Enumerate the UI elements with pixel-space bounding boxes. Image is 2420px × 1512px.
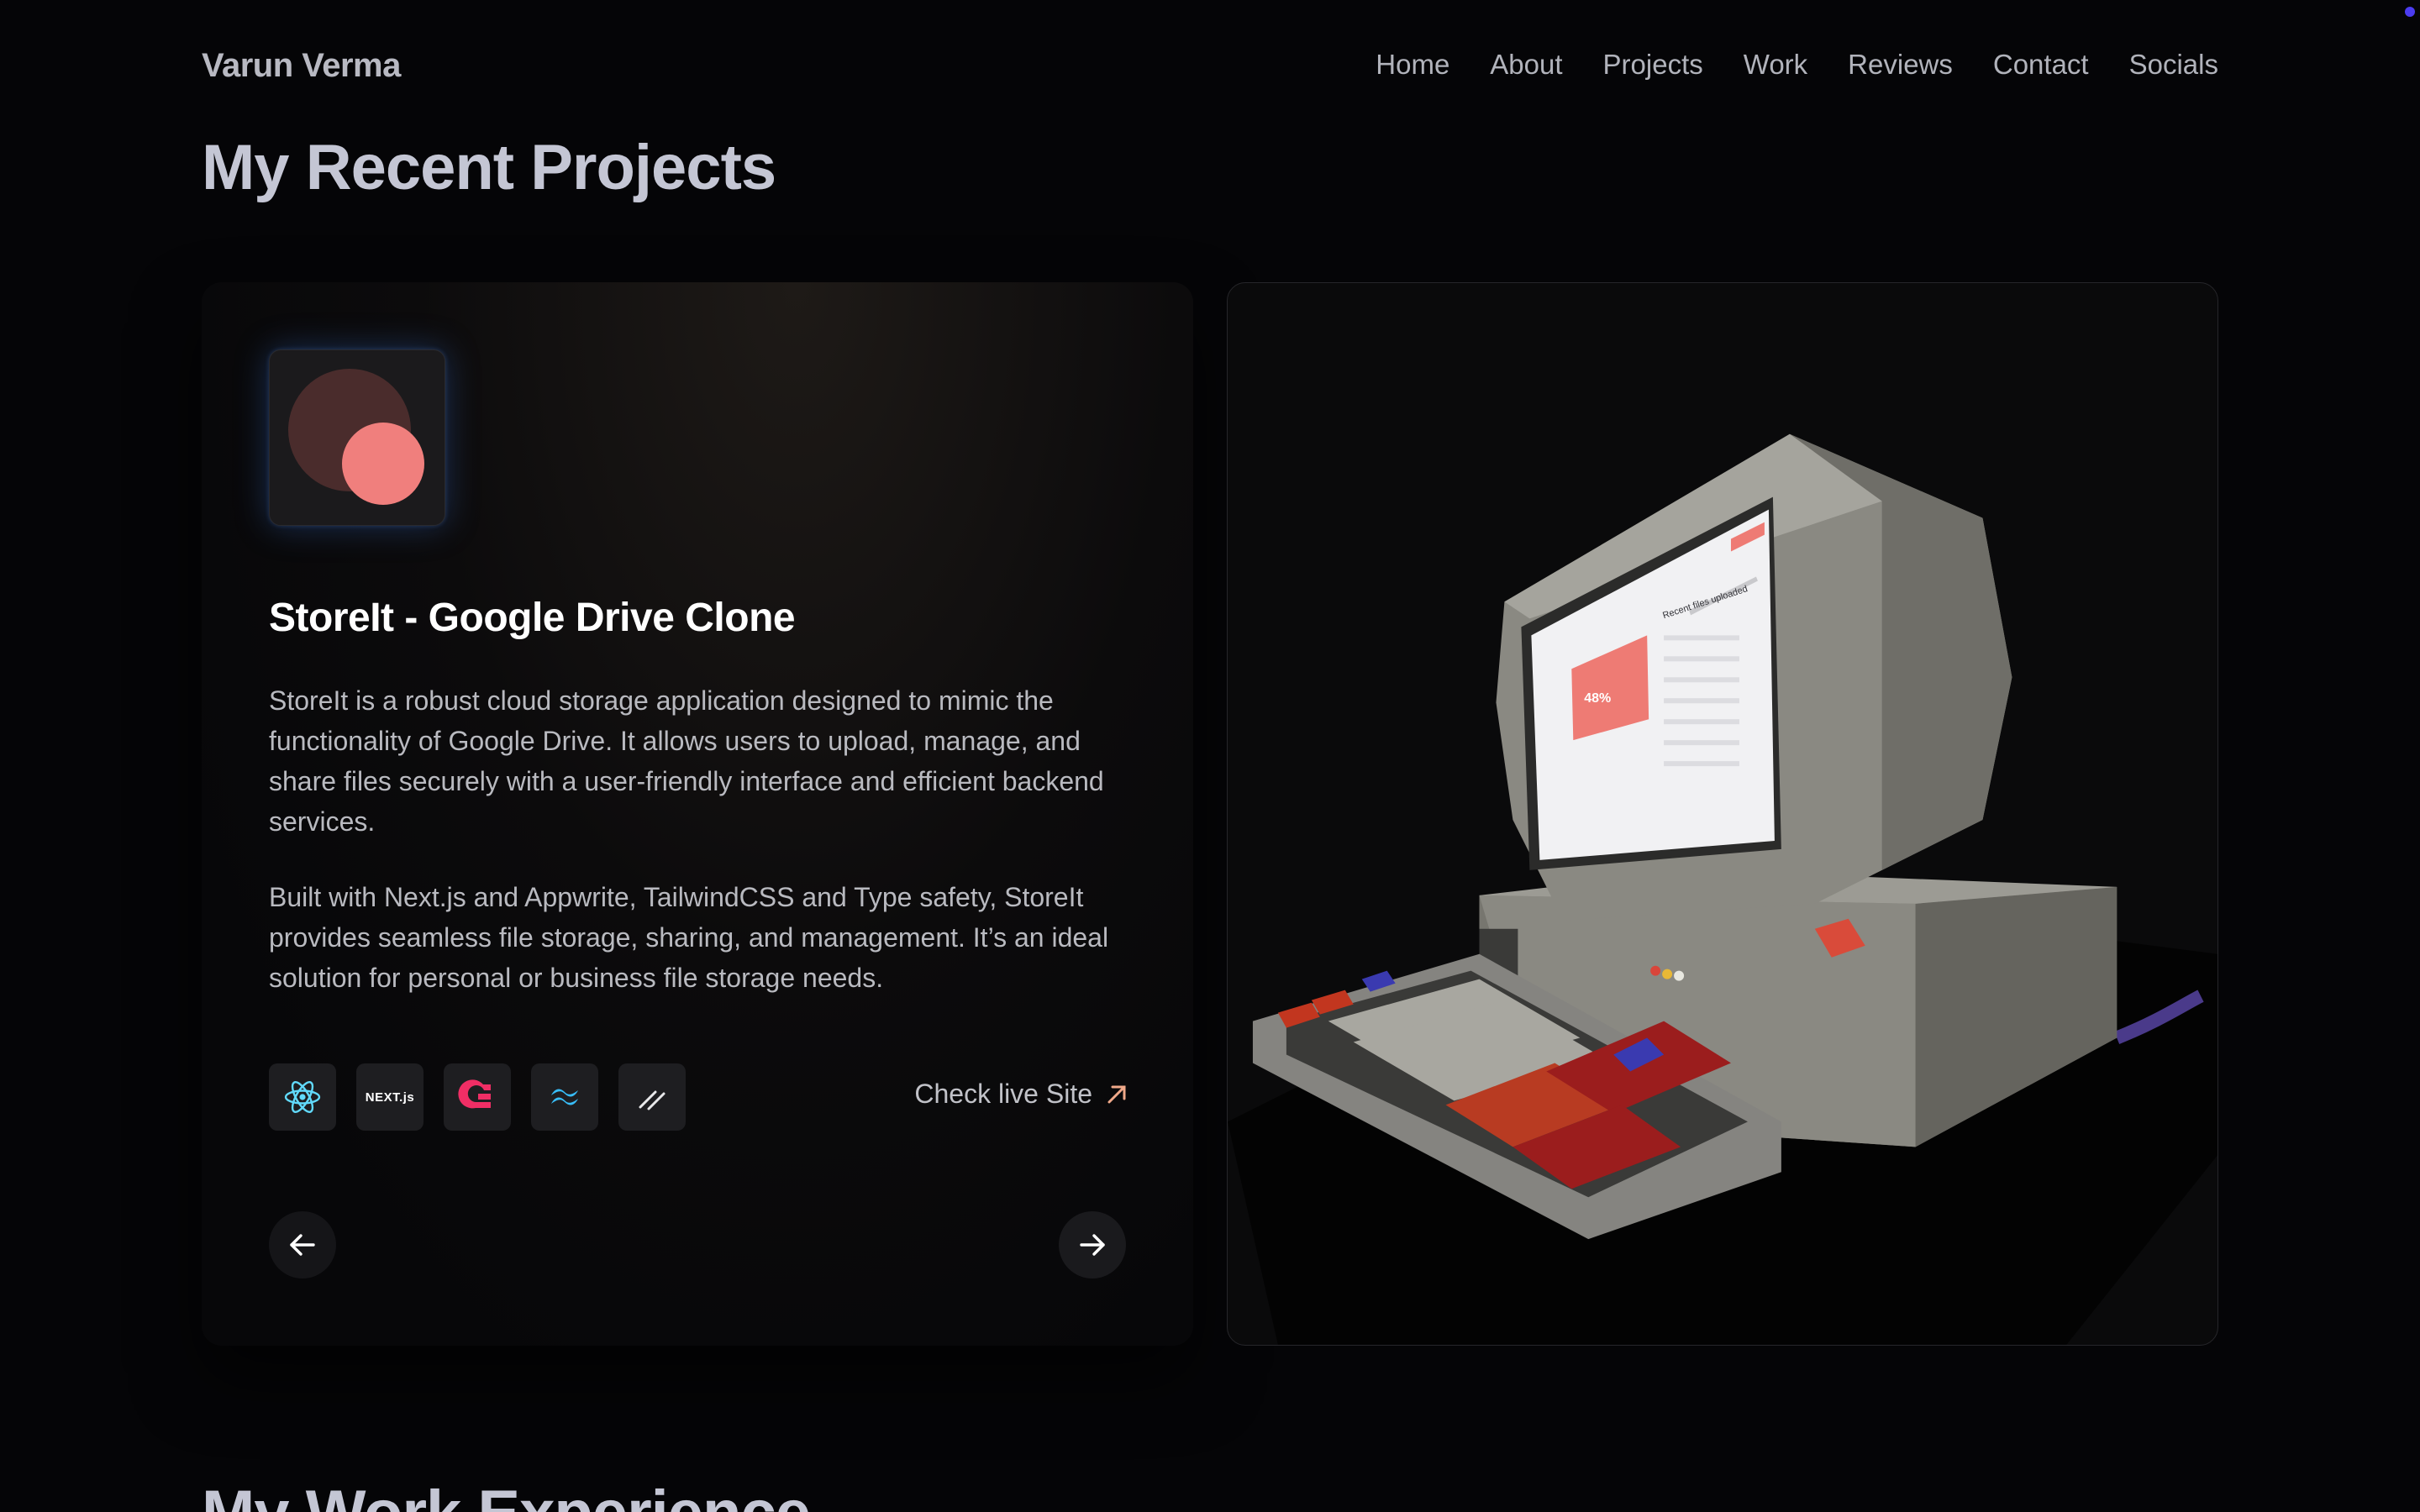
- screen-stat: 48%: [1584, 691, 1611, 706]
- tech-stack: NEXT.js: [269, 1063, 686, 1131]
- shadcn-icon: [618, 1063, 686, 1131]
- nav-about[interactable]: About: [1490, 49, 1562, 81]
- main-nav: Home About Projects Work Reviews Contact…: [1376, 49, 2218, 81]
- appwrite-icon: [444, 1063, 511, 1131]
- react-icon: [269, 1063, 336, 1131]
- nav-socials[interactable]: Socials: [2129, 49, 2218, 81]
- nav-reviews[interactable]: Reviews: [1848, 49, 1953, 81]
- project-card: StoreIt - Google Drive Clone StoreIt is …: [202, 282, 1193, 1346]
- retro-computer-illustration: 48% Recent files uploaded: [1228, 433, 2217, 1345]
- arrow-up-right-icon: [1107, 1085, 1126, 1103]
- next-project-button[interactable]: [1059, 1211, 1126, 1278]
- previous-project-button[interactable]: [269, 1211, 336, 1278]
- next-section-title: My Work Experience: [202, 1477, 811, 1512]
- nextjs-icon: NEXT.js: [356, 1063, 424, 1131]
- project-description-1: StoreIt is a robust cloud storage applic…: [269, 685, 1104, 837]
- project-description-2: Built with Next.js and Appwrite, Tailwin…: [269, 882, 1109, 993]
- arrow-right-icon: [1080, 1234, 1105, 1256]
- nav-work[interactable]: Work: [1744, 49, 1807, 81]
- project-title: StoreIt - Google Drive Clone: [269, 596, 796, 640]
- project-logo: [269, 349, 445, 526]
- status-dot: [2405, 7, 2415, 17]
- nav-contact[interactable]: Contact: [1993, 49, 2089, 81]
- check-live-site-link[interactable]: Check live Site: [914, 1079, 1129, 1110]
- nextjs-logo-text: NEXT.js: [365, 1089, 415, 1105]
- nav-projects[interactable]: Projects: [1603, 49, 1703, 81]
- nav-home[interactable]: Home: [1376, 49, 1449, 81]
- brand-logo[interactable]: Varun Verma: [202, 47, 401, 85]
- tailwind-icon: [531, 1063, 598, 1131]
- section-title: My Recent Projects: [202, 132, 776, 203]
- arrow-left-icon: [290, 1234, 315, 1256]
- project-preview-3d[interactable]: 48% Recent files uploaded: [1227, 282, 2218, 1346]
- logo-circle-small: [342, 423, 424, 505]
- live-site-label: Check live Site: [914, 1079, 1092, 1109]
